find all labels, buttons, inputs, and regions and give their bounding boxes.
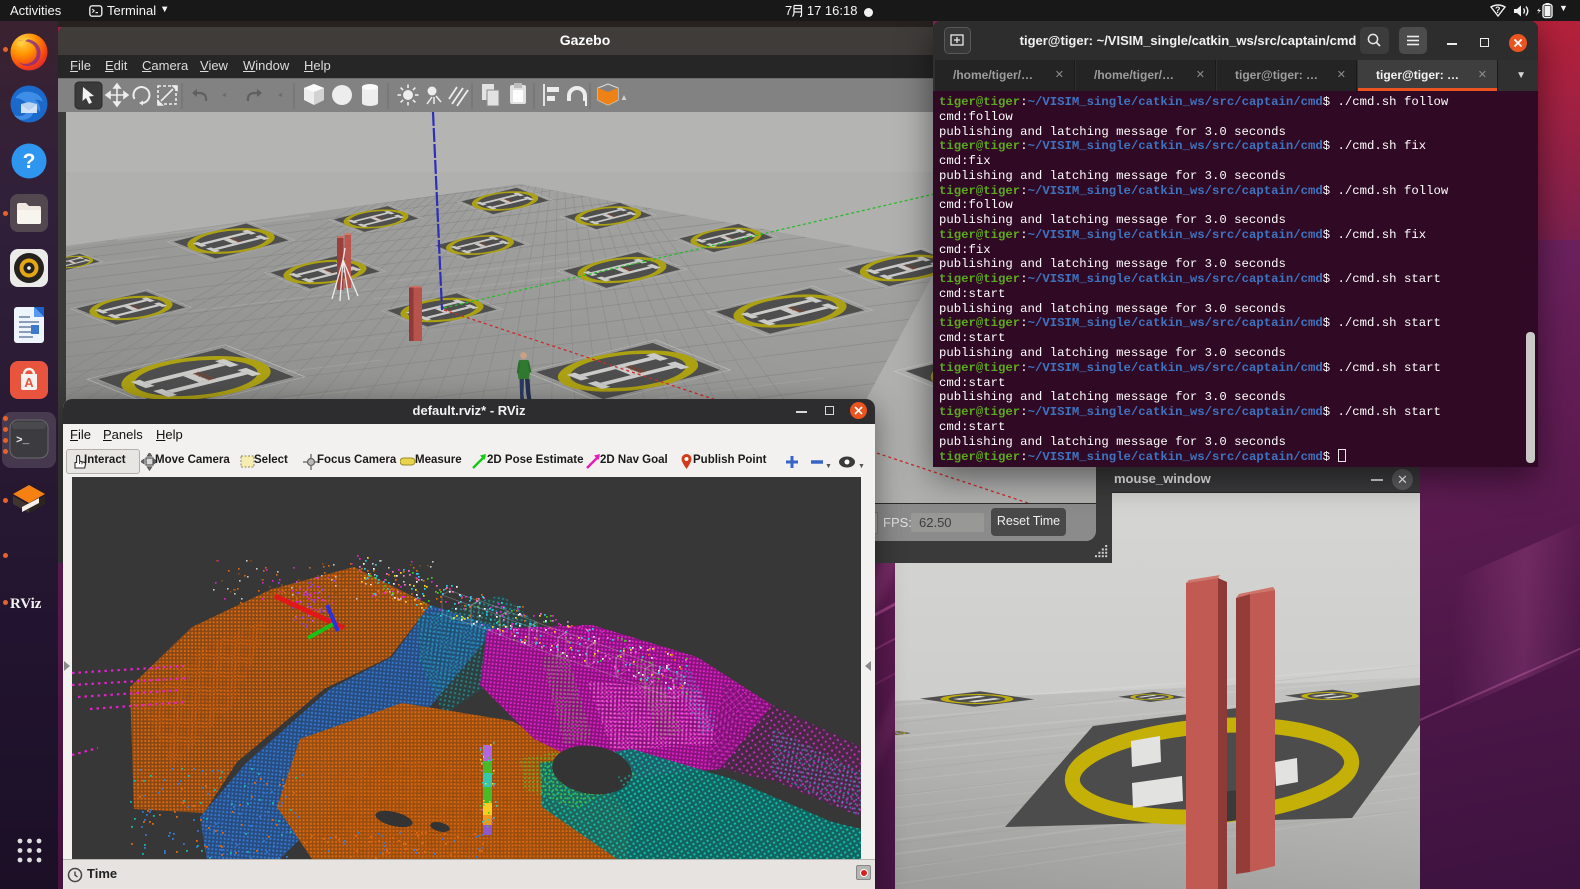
svg-text:?: ? [23, 150, 36, 173]
svg-text:>_: >_ [16, 435, 30, 447]
svg-text:A: A [24, 375, 34, 390]
svg-text:?: ? [1495, 5, 1501, 15]
